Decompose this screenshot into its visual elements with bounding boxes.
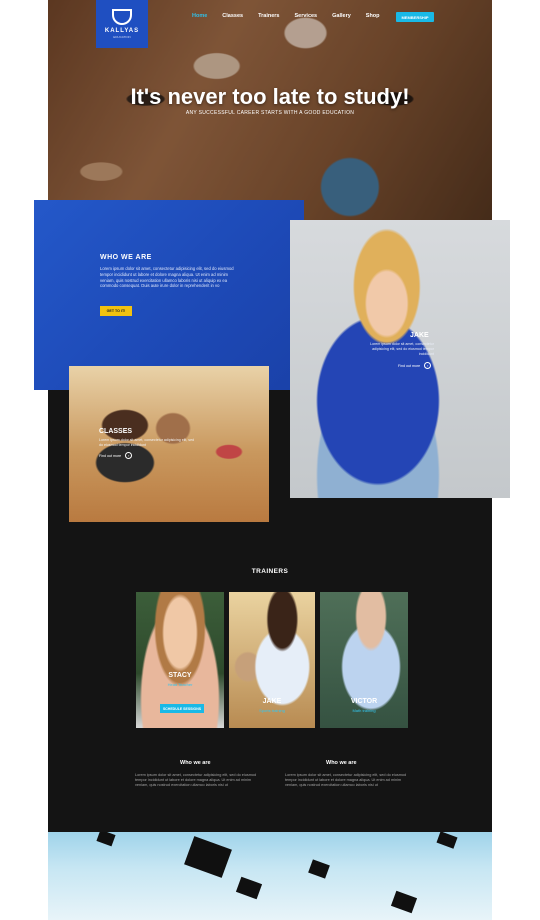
nav-item-services[interactable]: Services xyxy=(294,13,317,19)
column-text-right: Lorem ipsum dolor sit amet, consectetur … xyxy=(285,773,407,787)
graduation-cap-icon xyxy=(184,836,232,878)
who-we-are-title: WHO WE ARE xyxy=(100,254,152,261)
schedule-sessions-button[interactable]: SCHEDULE SESSIONS xyxy=(160,704,204,713)
jake-more-label: Find out more xyxy=(398,363,421,368)
column-title-left: Who we are xyxy=(180,760,211,766)
graduation-cap-icon xyxy=(390,890,418,914)
classes-feature-photo[interactable]: CLASSES Lorem ipsum dolor sit amet, cons… xyxy=(69,366,269,522)
graduation-cap-icon xyxy=(235,876,263,900)
trainer-card-victor[interactable]: VICTOR Math training xyxy=(320,592,408,728)
membership-button[interactable]: MEMBERSHIP xyxy=(396,12,434,22)
brand-logo[interactable]: KALLYAS EDUCATION xyxy=(96,0,148,48)
trainers-title: TRAINERS xyxy=(251,568,289,575)
trainer-name: JAKE xyxy=(262,698,282,705)
trainer-role: Math training xyxy=(352,708,376,713)
jake-find-out-more-link[interactable]: Find out more › xyxy=(398,362,432,369)
graduation-cap-icon xyxy=(96,832,116,847)
trainer-role: Head Teacher xyxy=(167,682,193,687)
graduation-photo xyxy=(48,832,492,920)
who-we-are-text: Lorem ipsum dolor sit amet, consectetur … xyxy=(100,266,234,289)
trainer-role: Sports training xyxy=(259,708,285,713)
trainer-card-jake[interactable]: JAKE Sports training xyxy=(229,592,315,728)
jake-feature-text: Lorem ipsum dolor sit amet, consectetur … xyxy=(370,342,434,356)
hero-subtitle: ANY SUCCESSFUL CAREER STARTS WITH A GOOD… xyxy=(185,110,355,116)
jake-feature-name: JAKE xyxy=(410,332,429,339)
nav-item-gallery[interactable]: Gallery xyxy=(332,13,351,19)
trainer-card-stacy[interactable]: STACY Head Teacher SCHEDULE SESSIONS xyxy=(136,592,224,728)
who-we-are-panel: WHO WE ARE Lorem ipsum dolor sit amet, c… xyxy=(34,200,304,390)
main-nav: Home Classes Trainers Services Gallery S… xyxy=(192,13,380,19)
get-to-it-button[interactable]: GET TO IT! xyxy=(100,306,132,316)
trainer-name: VICTOR xyxy=(350,698,378,705)
brand-name: KALLYAS xyxy=(104,28,140,34)
arrow-right-circle-icon: › xyxy=(125,452,133,459)
brand-tagline: EDUCATION xyxy=(113,35,131,39)
trainer-name: STACY xyxy=(168,672,192,679)
nav-item-trainers[interactable]: Trainers xyxy=(258,13,279,19)
column-title-right: Who we are xyxy=(326,760,357,766)
crest-icon xyxy=(112,9,132,25)
column-text-left: Lorem ipsum dolor sit amet, consectetur … xyxy=(135,773,257,787)
graduation-cap-icon xyxy=(436,832,458,849)
graduation-cap-icon xyxy=(308,859,330,879)
nav-item-classes[interactable]: Classes xyxy=(222,13,243,19)
classes-text: Lorem ipsum dolor sit amet, consectetur … xyxy=(99,438,195,447)
hero-title: It's never too late to study! xyxy=(130,84,410,109)
classes-title: CLASSES xyxy=(99,428,133,435)
nav-item-home[interactable]: Home xyxy=(192,13,207,19)
jake-feature-photo[interactable]: JAKE Lorem ipsum dolor sit amet, consect… xyxy=(290,220,510,498)
classes-more-label: Find out more xyxy=(99,453,122,458)
arrow-right-circle-icon: › xyxy=(424,362,432,369)
classes-find-out-more-link[interactable]: Find out more › xyxy=(99,452,133,459)
nav-item-shop[interactable]: Shop xyxy=(366,13,380,19)
